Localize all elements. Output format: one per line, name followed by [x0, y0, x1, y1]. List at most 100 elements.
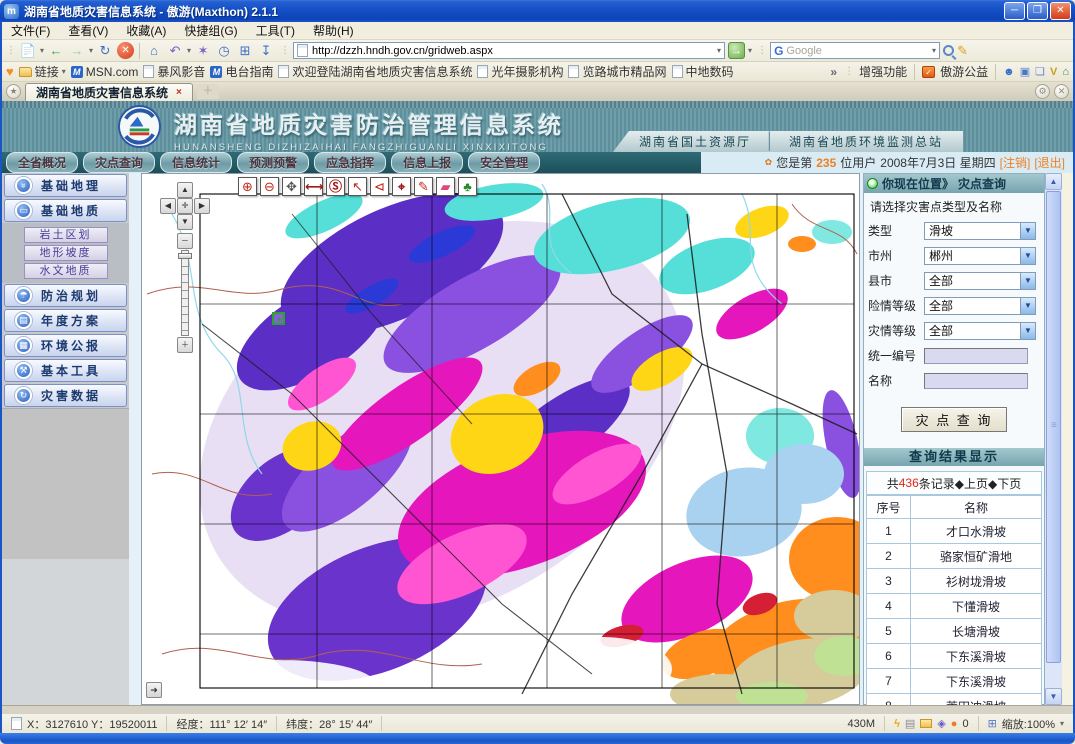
- tab-settings-button[interactable]: ⚙: [1035, 84, 1050, 99]
- blocked-popup-icon[interactable]: ●: [951, 718, 958, 730]
- nav-tab-emergency[interactable]: 应急指挥: [314, 152, 386, 173]
- chevron-down-icon[interactable]: ▼: [1020, 298, 1035, 314]
- refresh-icon[interactable]: ↻: [96, 42, 114, 60]
- link-zhongdi[interactable]: 中地数码: [672, 63, 734, 80]
- menu-view[interactable]: 查看(V): [59, 22, 117, 39]
- sidebar-item-prevention-plan[interactable]: ☂ 防治规划: [4, 284, 127, 307]
- forward-icon[interactable]: →: [68, 42, 86, 60]
- chevron-down-icon[interactable]: ▼: [1020, 273, 1035, 289]
- active-tab[interactable]: 湖南省地质灾害信息系统 ×: [25, 83, 193, 101]
- search-placeholder[interactable]: Google: [786, 45, 929, 57]
- search-box[interactable]: G Google ▾: [770, 42, 940, 59]
- nav-tab-forecast[interactable]: 预测预警: [237, 152, 309, 173]
- zoom-slider-thumb[interactable]: [178, 253, 192, 259]
- sidebar-sub-rock-zoning[interactable]: 岩土区划: [24, 227, 108, 243]
- undo-dropdown[interactable]: ▾: [187, 46, 191, 55]
- address-url[interactable]: http://dzzh.hndh.gov.cn/gridweb.aspx: [312, 45, 713, 57]
- tab-close-icon[interactable]: ×: [176, 87, 182, 98]
- zoom-slider[interactable]: [181, 250, 189, 336]
- go-dropdown[interactable]: ▾: [748, 46, 752, 55]
- geological-map[interactable]: [142, 174, 860, 705]
- sidebar-item-env-bulletin[interactable]: ▦ 环境公报: [4, 334, 127, 357]
- address-bar[interactable]: http://dzzh.hndh.gov.cn/gridweb.aspx ▾: [293, 42, 725, 59]
- pan-button[interactable]: ✥: [282, 177, 301, 196]
- table-row[interactable]: 3衫树垅滑坡: [867, 569, 1042, 594]
- risk-level-select[interactable]: 全部▼: [924, 297, 1036, 315]
- table-row[interactable]: 1才口水滑坡: [867, 519, 1042, 544]
- prev-page-link[interactable]: ◆上页: [955, 475, 988, 492]
- pan-center-button[interactable]: ✛: [177, 198, 193, 214]
- zoom-dropdown-icon[interactable]: ▾: [1060, 719, 1064, 728]
- nav-tab-security[interactable]: 安全管理: [468, 152, 540, 173]
- address-dropdown[interactable]: ▾: [717, 46, 721, 55]
- pan-right-button[interactable]: ▶: [194, 198, 210, 214]
- menu-file[interactable]: 文件(F): [2, 22, 59, 39]
- select-button[interactable]: ↖: [348, 177, 367, 196]
- sidebar-item-disaster-data[interactable]: ↻ 灾害数据: [4, 384, 127, 407]
- unified-id-input[interactable]: [924, 348, 1028, 364]
- building-icon[interactable]: ⌂: [1062, 66, 1069, 78]
- legend-button[interactable]: ♣: [458, 177, 477, 196]
- county-select[interactable]: 全部▼: [924, 272, 1036, 290]
- type-select[interactable]: 滑坡▼: [924, 222, 1036, 240]
- menu-tools[interactable]: 工具(T): [247, 22, 304, 39]
- charity-label[interactable]: 傲游公益: [940, 63, 988, 80]
- banner-link-land-dept[interactable]: 湖南省国土资源厅: [639, 133, 751, 150]
- exit-link[interactable]: [退出]: [1034, 154, 1065, 171]
- new-tab-dropdown[interactable]: ▾: [40, 46, 44, 55]
- search-icon[interactable]: [943, 45, 954, 56]
- restore-button[interactable]: ❐: [1027, 2, 1048, 20]
- zoom-plus-button[interactable]: ＋: [177, 337, 193, 353]
- table-row[interactable]: 5长塘滑坡: [867, 619, 1042, 644]
- full-extent-button[interactable]: Ⓢ: [326, 177, 345, 196]
- pan-up-button[interactable]: ▲: [177, 182, 193, 198]
- logout-link[interactable]: [注销]: [1000, 154, 1031, 171]
- select-shape-button[interactable]: ⊲: [370, 177, 389, 196]
- stop-icon[interactable]: ✕: [117, 42, 134, 59]
- menu-favorites[interactable]: 收藏(A): [117, 22, 175, 39]
- sidebar-item-basic-tools[interactable]: ⚒ 基本工具: [4, 359, 127, 382]
- table-row[interactable]: 7下东溪滑坡: [867, 669, 1042, 694]
- zoom-out-button[interactable]: ⊖: [260, 177, 279, 196]
- link-hunan-system[interactable]: 欢迎登陆湖南省地质灾害信息系统: [278, 63, 472, 80]
- table-row[interactable]: 4下懂滑坡: [867, 594, 1042, 619]
- link-city[interactable]: 览路城市精品网: [568, 63, 666, 80]
- new-tab-icon[interactable]: 📄: [19, 42, 37, 60]
- highlighter-icon[interactable]: ✎: [957, 43, 968, 59]
- links-folder[interactable]: 链接▾: [19, 63, 66, 80]
- search-dropdown[interactable]: ▾: [932, 46, 936, 55]
- new-tab-ghost[interactable]: ＋: [197, 84, 219, 99]
- menu-help[interactable]: 帮助(H): [304, 22, 363, 39]
- link-msn[interactable]: MMSN.com: [71, 65, 139, 79]
- sidebar-item-annual-plan[interactable]: ▤ 年度方案: [4, 309, 127, 332]
- v-icon[interactable]: V: [1050, 66, 1057, 78]
- tab-closeall-button[interactable]: ✕: [1054, 84, 1069, 99]
- nav-tab-statistics[interactable]: 信息统计: [160, 152, 232, 173]
- minimize-button[interactable]: ─: [1004, 2, 1025, 20]
- close-button[interactable]: ✕: [1050, 2, 1071, 20]
- zoom-minus-button[interactable]: ─: [177, 233, 193, 249]
- sidebar-sub-hydrogeology[interactable]: 水文地质: [24, 263, 108, 279]
- disaster-query-button[interactable]: 灾 点 查 询: [901, 407, 1008, 432]
- scrollbar-thumb[interactable]: [1046, 191, 1061, 663]
- enhance-label[interactable]: 增强功能: [859, 63, 907, 80]
- windows-icon[interactable]: ⊞: [236, 42, 254, 60]
- zoom-cell[interactable]: ⊞ 缩放:100% ▾: [979, 716, 1073, 731]
- panel-scrollbar[interactable]: ▲ ▼: [1045, 173, 1062, 705]
- name-input[interactable]: [924, 373, 1028, 389]
- scroll-up-icon[interactable]: ▲: [1045, 173, 1062, 190]
- menu-groups[interactable]: 快捷组(G): [175, 22, 246, 39]
- draw-button[interactable]: ✎: [414, 177, 433, 196]
- link-radio[interactable]: M电台指南: [210, 63, 273, 80]
- printer-icon[interactable]: ▤: [905, 717, 915, 730]
- links-overflow-chevron[interactable]: »: [830, 65, 837, 79]
- title-bar[interactable]: m 湖南省地质灾害信息系统 - 傲游(Maxthon) 2.1.1 ─ ❐ ✕: [0, 0, 1075, 22]
- go-button[interactable]: →: [728, 42, 745, 59]
- history-clock-icon[interactable]: ◷: [215, 42, 233, 60]
- favorites-heart-icon[interactable]: ♥: [6, 64, 14, 79]
- folder-icon[interactable]: [920, 719, 932, 728]
- map-viewport[interactable]: ⊕ ⊖ ✥ ⟷ Ⓢ ↖ ⊲ ⌖ ✎ ▰ ♣ ▲ ◀ ✛ ▶ ▼ ─: [141, 173, 860, 705]
- favorites-star-button[interactable]: ★: [6, 84, 21, 99]
- next-page-link[interactable]: ◆下页: [988, 475, 1021, 492]
- plugin-icon[interactable]: ◈: [937, 717, 945, 730]
